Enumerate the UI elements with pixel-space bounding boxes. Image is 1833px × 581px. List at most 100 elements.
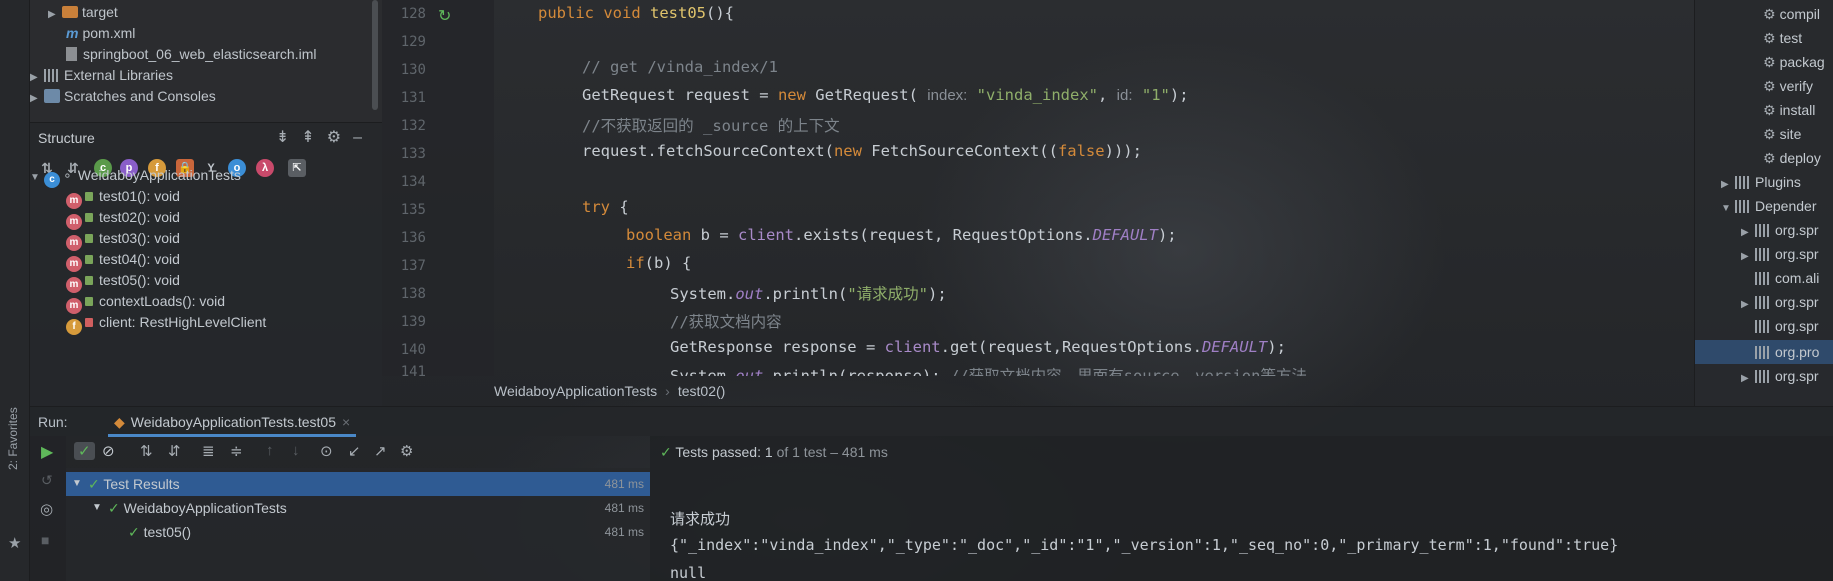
console-line: null	[670, 564, 707, 581]
gear-icon: ⚙	[1763, 30, 1776, 46]
plugins-icon	[1735, 176, 1751, 189]
left-tool-strip: 2: Favorites ★	[0, 0, 30, 581]
tests-status: ✓ Tests passed: 1 of 1 test – 481 ms	[660, 444, 888, 460]
stop-icon[interactable]: ■	[41, 532, 49, 548]
structure-header-icons[interactable]: ⇟⇞⚙–	[276, 123, 374, 153]
code-line: // get /vinda_index/1	[582, 58, 778, 76]
run-label: Run:	[38, 414, 68, 430]
run-gutter-icon[interactable]: ↻	[438, 6, 451, 26]
line-number: 139	[400, 314, 426, 330]
maven-lifecycle-item[interactable]: ⚙ compil	[1763, 2, 1820, 26]
maven-panel: ⚙ compil ⚙ test ⚙ packag ⚙ verify ⚙ install ⚙…	[1694, 0, 1833, 406]
line-number: 133	[400, 146, 426, 162]
maven-dependency[interactable]: ▶ org.spr	[1741, 242, 1819, 266]
check-icon: ✓	[88, 476, 100, 492]
expand-all-icon[interactable]: ≣	[202, 442, 215, 460]
private-icon	[85, 318, 93, 327]
editor-gutter: 128 129 130 131 132 133 134 135 136 137 …	[382, 0, 494, 380]
breadcrumb: WeidaboyApplicationTests › test02()	[494, 383, 726, 399]
code-line: //不获取返回的 _source 的上下文	[582, 117, 840, 135]
tree-item-scratches[interactable]: ▶ Scratches and Consoles	[30, 84, 216, 108]
maven-lifecycle-item[interactable]: ⚙ packag	[1763, 50, 1825, 74]
maven-lifecycle-item[interactable]: ⚙ install	[1763, 98, 1815, 122]
maven-dependencies[interactable]: ▼ Depender	[1721, 194, 1817, 218]
favorites-tab[interactable]: 2: Favorites	[6, 407, 20, 470]
code-line: //获取文档内容	[670, 313, 782, 331]
gear-icon: ⚙	[1763, 6, 1776, 22]
camera-icon[interactable]: ◎	[40, 500, 53, 518]
import-icon[interactable]: ↙	[348, 442, 361, 460]
autoscroll-icon[interactable]: ⇱	[288, 159, 306, 177]
maven-lifecycle-item[interactable]: ⚙ deploy	[1763, 146, 1821, 170]
chevron-right-icon[interactable]: ▶	[30, 87, 44, 111]
library-icon	[1755, 248, 1771, 261]
lambda-icon[interactable]: λ	[256, 159, 274, 177]
chevron-right-icon[interactable]: ▶	[1741, 293, 1755, 317]
line-number: 136	[400, 230, 426, 246]
show-ignored-icon[interactable]: ⊘	[102, 442, 115, 460]
close-icon[interactable]: ×	[342, 414, 350, 430]
dependencies-icon	[1735, 200, 1751, 213]
chevron-right-icon[interactable]: ▶	[1741, 245, 1755, 269]
line-number: 135	[400, 202, 426, 218]
code-line: public void test05(){	[538, 4, 735, 22]
line-number: 134	[400, 174, 426, 190]
project-scrollbar[interactable]	[372, 0, 378, 110]
iml-file-icon	[66, 47, 77, 61]
history-icon[interactable]: ⊙	[320, 442, 333, 460]
gear-icon: ⚙	[1763, 78, 1776, 94]
run-toolbar: ✓ ⊘ ⇅ ⇵ ≣ ≑ ↑ ↓ ⊙ ↙ ↗ ⚙	[30, 436, 650, 468]
chevron-right-icon[interactable]: ▶	[48, 3, 62, 27]
project-tree: ▶ target m pom.xml springboot_06_web_elast…	[30, 0, 382, 122]
maven-dependency-selected[interactable]: org.pro	[1755, 340, 1819, 364]
line-number: 131	[400, 90, 426, 106]
class-icon: c	[44, 172, 60, 188]
line-number: 137	[400, 258, 426, 274]
maven-plugins[interactable]: ▶ Plugins	[1721, 170, 1801, 194]
maven-dependency[interactable]: ▶ org.spr	[1741, 364, 1819, 388]
code-line: request.fetchSourceContext(new FetchSour…	[582, 142, 1142, 160]
console-line: {"_index":"vinda_index","_type":"_doc","…	[670, 536, 1619, 554]
maven-dependency[interactable]: ▶ org.spr	[1741, 218, 1819, 242]
rerun-failed-icon[interactable]: ↺	[41, 472, 53, 489]
maven-lifecycle-item[interactable]: ⚙ test	[1763, 26, 1802, 50]
library-icon	[1755, 272, 1771, 285]
test-result-root[interactable]: ▼ ✓ Test Results 481 ms	[66, 472, 650, 496]
line-number: 138	[400, 286, 426, 302]
chevron-right-icon[interactable]: ▶	[1741, 367, 1755, 391]
export-icon[interactable]: ↗	[374, 442, 387, 460]
chevron-down-icon[interactable]: ▼	[72, 472, 82, 496]
next-icon[interactable]: ↓	[292, 442, 300, 459]
code-line: GetRequest request = new GetRequest( ind…	[582, 86, 1189, 104]
show-passed-icon[interactable]: ✓	[74, 442, 95, 460]
line-number: 140	[400, 342, 426, 358]
structure-member[interactable]: f client: RestHighLevelClient	[66, 310, 266, 335]
gear-icon[interactable]: ⚙	[400, 442, 413, 460]
maven-dependency[interactable]: ▶ org.spr	[1741, 290, 1819, 314]
library-icon	[1755, 370, 1771, 383]
test-result-method[interactable]: ✓ test05() 481 ms	[66, 520, 650, 544]
code-editor[interactable]: public void test05(){ // get /vinda_inde…	[494, 0, 1694, 376]
maven-dependency[interactable]: com.ali	[1755, 266, 1819, 290]
console-output[interactable]: ✓ Tests passed: 1 of 1 test – 481 ms 请求成…	[650, 436, 1833, 581]
chevron-down-icon[interactable]: ▼	[92, 496, 102, 520]
sort-alpha-icon[interactable]: ⇅	[140, 442, 153, 460]
test-result-class[interactable]: ▼ ✓ WeidaboyApplicationTests 481 ms	[66, 496, 650, 520]
star-icon[interactable]: ★	[8, 534, 21, 552]
run-tab[interactable]: ◆ WeidaboyApplicationTests.test05 ×	[108, 407, 357, 437]
public-icon	[85, 234, 93, 243]
chevron-down-icon[interactable]: ▼	[30, 166, 44, 190]
gear-icon: ⚙	[1763, 126, 1776, 142]
breadcrumb-class[interactable]: WeidaboyApplicationTests	[494, 383, 657, 399]
maven-lifecycle-item[interactable]: ⚙ site	[1763, 122, 1801, 146]
maven-lifecycle-item[interactable]: ⚙ verify	[1763, 74, 1813, 98]
chevron-down-icon[interactable]: ▼	[1721, 197, 1735, 221]
collapse-all-icon[interactable]: ≑	[230, 442, 243, 460]
breadcrumb-method[interactable]: test02()	[678, 383, 725, 399]
structure-title: Structure	[38, 130, 95, 146]
line-number: 129	[400, 34, 426, 50]
sort-duration-icon[interactable]: ⇵	[168, 442, 181, 460]
scratch-icon	[44, 89, 60, 103]
previous-icon[interactable]: ↑	[266, 442, 274, 459]
maven-dependency[interactable]: org.spr	[1755, 314, 1819, 338]
